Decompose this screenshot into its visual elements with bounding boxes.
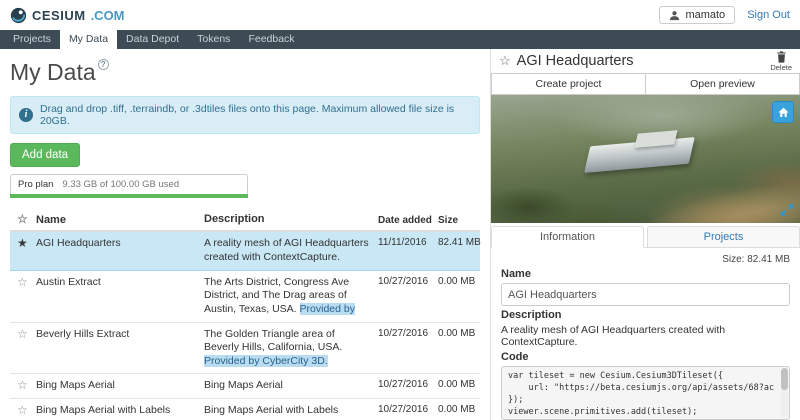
my-data-section: My Data? i Drag and drop .tiff, .terrain… — [0, 49, 490, 420]
table-row[interactable]: ☆ Austin Extract The Arts District, Cong… — [10, 271, 480, 323]
nav-tab-projects[interactable]: Projects — [4, 30, 60, 49]
asset-name: Bing Maps Aerial with Labels — [36, 404, 171, 417]
info-icon: i — [19, 108, 33, 122]
table-row[interactable]: ☆ Bing Maps Aerial with Labels Bing Maps… — [10, 399, 480, 420]
asset-name: Bing Maps Aerial — [36, 379, 115, 392]
column-header-date-added: Date added — [378, 215, 432, 227]
upload-info-text: Drag and drop .tiff, .terraindb, or .3dt… — [40, 103, 455, 127]
asset-name: Austin Extract — [36, 275, 101, 288]
table-row[interactable]: ★ AGI Headquarters A reality mesh of AGI… — [10, 232, 481, 271]
asset-size: 0.00 MB — [438, 404, 476, 416]
code-scrollbar-thumb[interactable] — [781, 368, 788, 390]
delete-asset-button[interactable]: Delete — [770, 51, 792, 72]
open-preview-button[interactable]: Open preview — [645, 73, 800, 95]
code-snippet-block: var tileset = new Cesium.Cesium3DTileset… — [501, 366, 790, 420]
asset-date-added: 11/11/2016 — [378, 237, 427, 249]
table-row[interactable]: ☆ Beverly Hills Extract The Golden Trian… — [10, 323, 480, 375]
column-header-size: Size — [438, 215, 459, 227]
asset-detail-header: ☆ AGI Headquarters Delete — [491, 49, 800, 73]
asset-description-value: A reality mesh of AGI Headquarters creat… — [501, 324, 726, 348]
asset-name-input[interactable] — [501, 283, 790, 306]
cesium-logo-icon — [10, 7, 27, 24]
detail-tabs: Information Projects — [491, 223, 800, 248]
nav-tab-feedback[interactable]: Feedback — [239, 30, 303, 49]
nav-tab-data-depot[interactable]: Data Depot — [117, 30, 188, 49]
fullscreen-expand-icon[interactable] — [778, 201, 796, 219]
asset-description: A reality mesh of AGI Headquarters creat… — [204, 237, 369, 263]
trash-icon — [776, 51, 787, 63]
asset-preview-image — [491, 95, 800, 223]
asset-size: 0.00 MB — [438, 327, 476, 339]
brand-name: CESIUM — [32, 7, 86, 23]
asset-name: AGI Headquarters — [36, 237, 121, 250]
code-field-label: Code — [501, 351, 529, 363]
description-field-label: Description — [501, 309, 562, 321]
favorite-star-icon[interactable]: ☆ — [17, 327, 28, 341]
asset-description: Bing Maps Aerial — [204, 379, 283, 392]
asset-detail-title: AGI Headquarters — [516, 53, 634, 69]
favorite-star-icon[interactable]: ☆ — [17, 378, 28, 392]
tab-information[interactable]: Information — [491, 226, 644, 248]
asset-date-added: 10/27/2016 — [378, 275, 429, 287]
user-menu-button[interactable]: mamato — [659, 6, 736, 24]
header-star-icon: ☆ — [17, 212, 28, 227]
code-scrollbar[interactable] — [781, 368, 788, 418]
help-icon[interactable]: ? — [97, 59, 109, 70]
information-tab-content: Size: 82.41 MB Name Description A realit… — [491, 248, 800, 420]
column-header-description: Description — [204, 213, 265, 225]
preview-road — [636, 167, 800, 223]
asset-table: ☆ Name Description Date added Size ★ AGI… — [10, 208, 481, 420]
asset-detail-panel: ☆ AGI Headquarters Delete Create project… — [490, 49, 800, 420]
add-data-button[interactable]: Add data — [10, 143, 81, 167]
user-icon — [669, 10, 680, 21]
plan-usage-text: 9.33 GB of 100.00 GB used — [62, 179, 180, 190]
page-title: My Data? — [10, 59, 480, 86]
asset-table-header: ☆ Name Description Date added Size — [10, 208, 480, 233]
asset-size: 82.41 MB — [438, 237, 481, 249]
tab-projects[interactable]: Projects — [647, 226, 800, 248]
asset-description-highlight: Provided by CyberCity 3D. — [204, 354, 328, 367]
asset-date-added: 10/27/2016 — [378, 379, 429, 391]
nav-tab-tokens[interactable]: Tokens — [188, 30, 239, 49]
asset-name: Beverly Hills Extract — [36, 327, 130, 340]
main-nav: Projects My Data Data Depot Tokens Feedback — [0, 30, 800, 49]
column-header-name: Name — [36, 214, 66, 227]
plan-usage-progress-bar — [10, 194, 248, 198]
asset-description: Bing Maps Aerial with Labels — [204, 404, 339, 417]
name-field-label: Name — [501, 268, 531, 280]
code-snippet-text: var tileset = new Cesium.Cesium3DTileset… — [508, 371, 775, 417]
asset-size-text: Size: 82.41 MB — [722, 254, 790, 265]
cesium-brand[interactable]: CESIUM .COM — [10, 7, 125, 24]
asset-description-highlight: Provided by — [299, 302, 355, 315]
favorite-star-icon[interactable]: ★ — [17, 236, 28, 250]
asset-date-added: 10/27/2016 — [378, 327, 429, 339]
asset-table-body: ★ AGI Headquarters A reality mesh of AGI… — [10, 232, 481, 420]
nav-tab-my-data[interactable]: My Data — [59, 30, 118, 49]
home-button[interactable] — [772, 101, 794, 123]
plan-usage-box: Pro plan 9.33 GB of 100.00 GB used — [10, 174, 248, 194]
asset-description: The Golden Triangle area of Beverly Hill… — [204, 327, 343, 354]
table-row[interactable]: ☆ Bing Maps Aerial Bing Maps Aerial 10/2… — [10, 374, 480, 400]
panel-star-icon[interactable]: ☆ — [499, 53, 511, 69]
favorite-star-icon[interactable]: ☆ — [17, 275, 28, 289]
create-project-button[interactable]: Create project — [491, 73, 646, 95]
plan-name: Pro plan — [18, 179, 54, 190]
user-name: mamato — [685, 9, 726, 21]
favorite-star-icon[interactable]: ☆ — [17, 403, 28, 417]
asset-size: 0.00 MB — [438, 379, 476, 391]
asset-date-added: 10/27/2016 — [378, 404, 429, 416]
upload-info-alert: i Drag and drop .tiff, .terraindb, or .3… — [10, 96, 480, 134]
asset-size: 0.00 MB — [438, 275, 476, 287]
top-header: CESIUM .COM mamato Sign Out — [0, 0, 800, 30]
brand-suffix: .COM — [90, 7, 125, 23]
sign-out-link[interactable]: Sign Out — [747, 9, 790, 21]
